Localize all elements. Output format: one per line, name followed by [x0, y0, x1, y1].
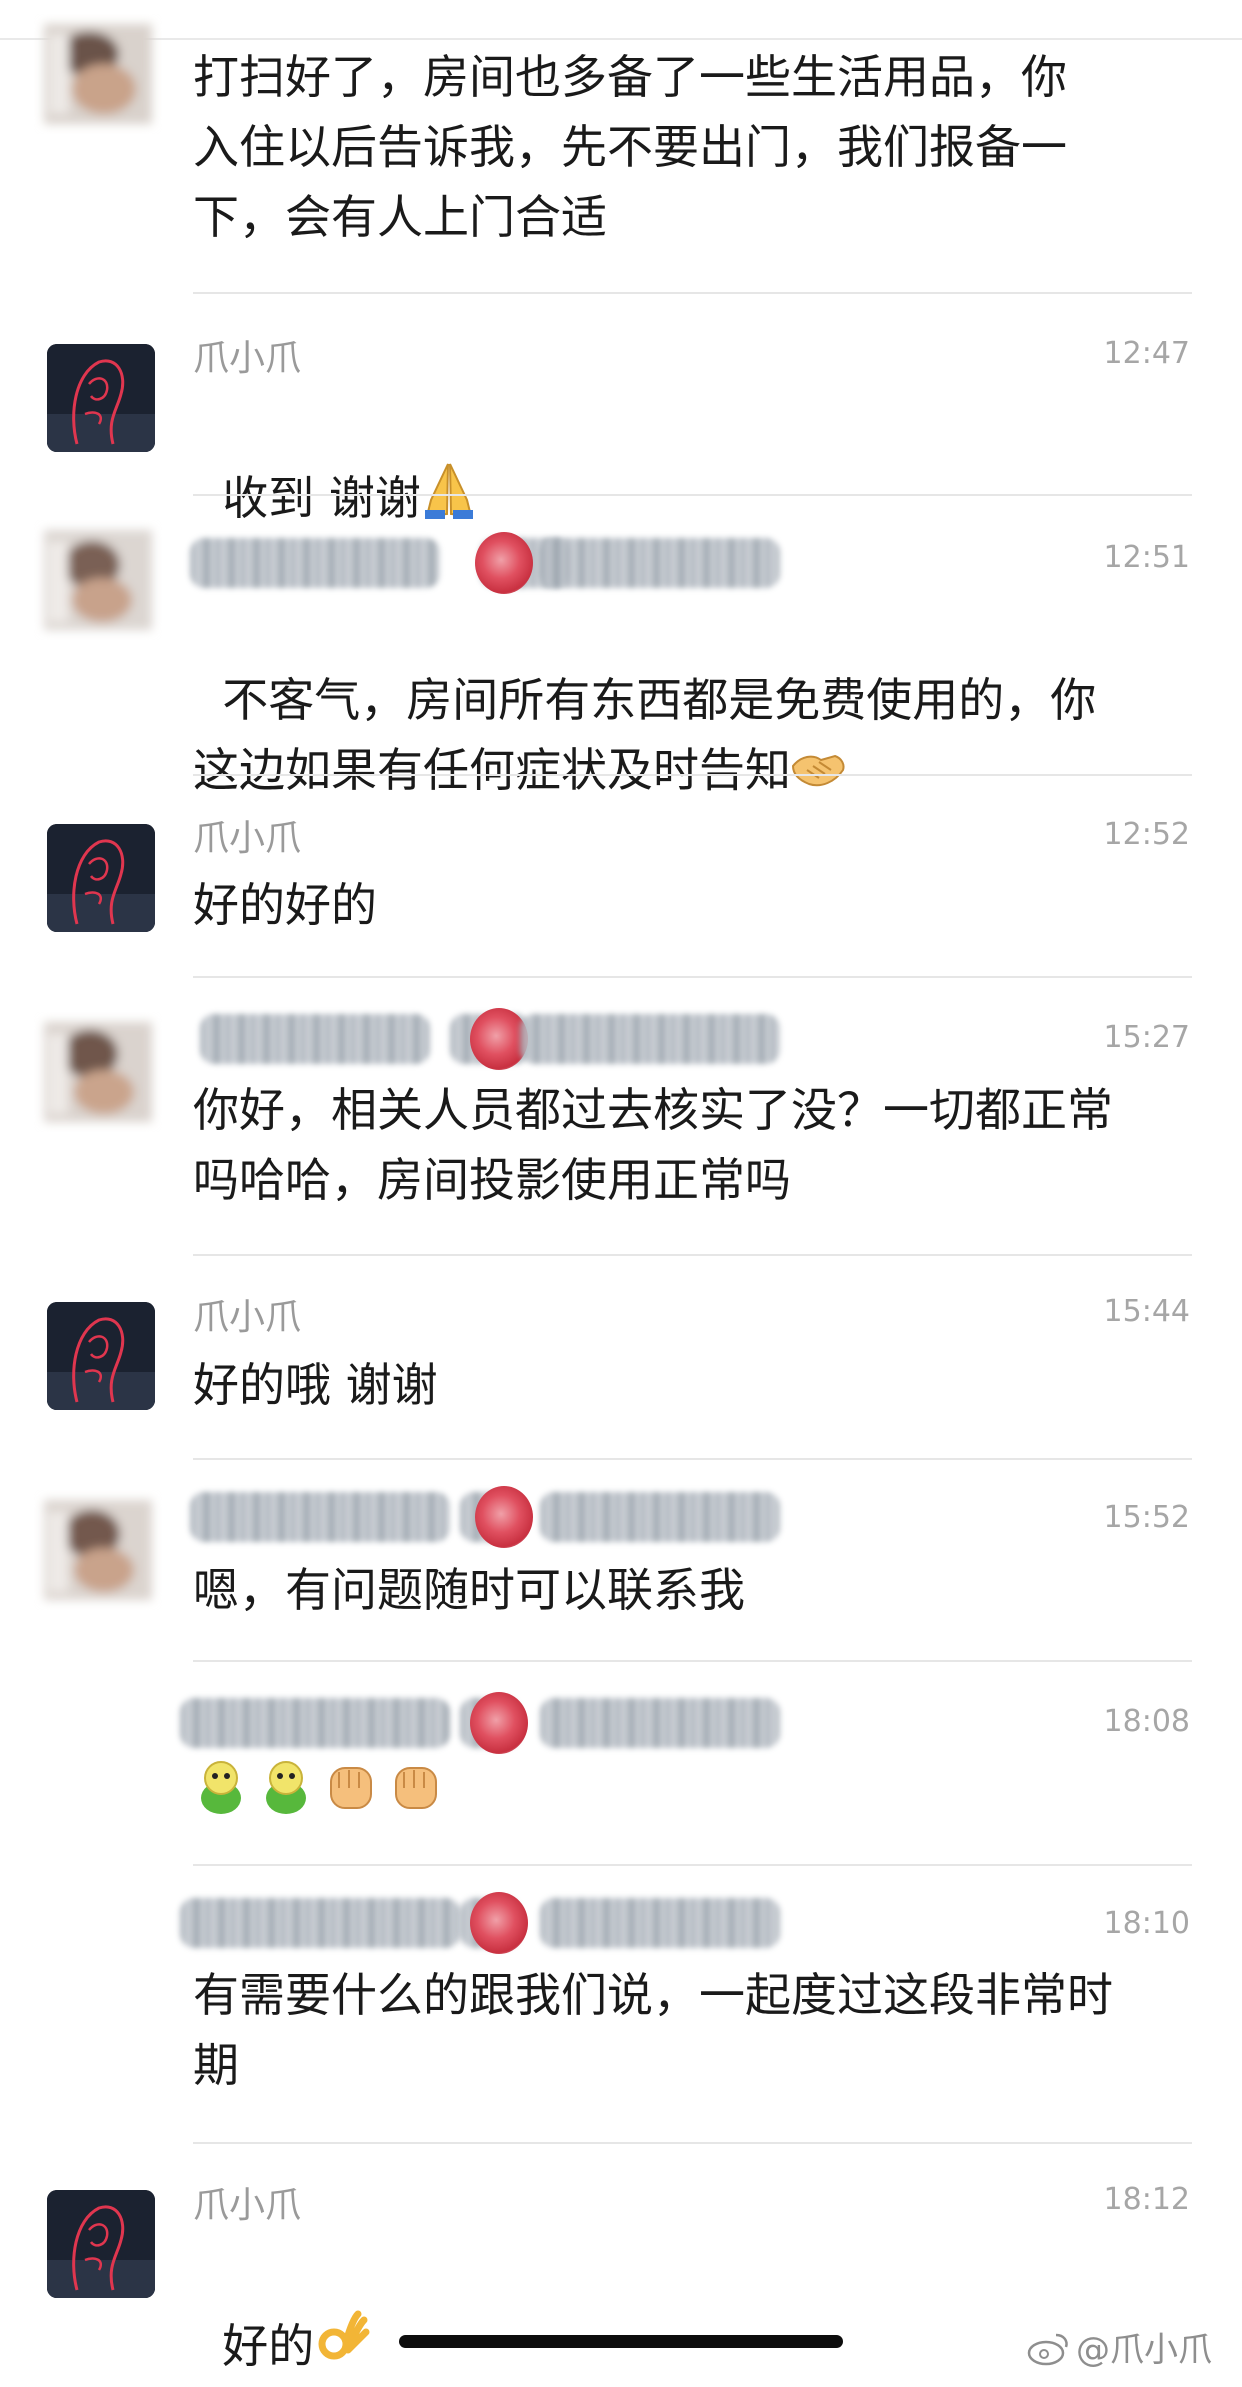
message-time: 12:51: [1103, 540, 1190, 575]
message-time: 12:47: [1103, 336, 1190, 371]
contact-avatar-blurred[interactable]: [34, 1012, 162, 1132]
message-text: 收到 谢谢: [222, 471, 421, 525]
message-divider: [193, 1864, 1192, 1866]
contact-avatar-blurred[interactable]: [34, 520, 162, 640]
user-avatar[interactable]: [47, 344, 155, 452]
message-text: 你好，相关人员都过去核实了没？一切都正常 吗哈哈，房间投影使用正常吗: [193, 1083, 1113, 1207]
watermark-text: @爪小爪: [1076, 2330, 1212, 2370]
green-guy-emoji: [193, 1758, 249, 1820]
message-text: 好的好的: [193, 878, 377, 932]
message-time: 12:52: [1103, 817, 1190, 852]
message-divider: [193, 1458, 1192, 1460]
message-text: 嗯，有问题随时可以联系我: [193, 1563, 745, 1617]
folded-hands-emoji: [421, 460, 477, 539]
fist-emoji: [323, 1758, 379, 1820]
message-divider: [193, 774, 1192, 776]
message-text: 不客气，房间所有东西都是免费使用的，你 这边如果有任何症状及时告知: [193, 673, 1097, 797]
message-time: 15:44: [1103, 1294, 1190, 1329]
message-text: 打扫好了，房间也多备了一些生活用品，你 入住以后告诉我，先不要出门，我们报备一 …: [193, 50, 1067, 244]
sender-name-redacted: [180, 1890, 800, 1954]
message-divider: [193, 976, 1192, 978]
sender-name-redacted: [180, 1484, 800, 1548]
user-avatar[interactable]: [47, 2190, 155, 2298]
green-guy-emoji: [258, 1758, 314, 1820]
home-indicator[interactable]: [399, 2335, 843, 2348]
message-time: 15:27: [1103, 1020, 1190, 1055]
message-divider: [193, 1254, 1192, 1256]
message-text: 有需要什么的跟我们说，一起度过这段非常时 期: [193, 1968, 1113, 2092]
sender-name-redacted: [180, 1006, 800, 1070]
sender-name: 爪小爪: [193, 818, 302, 859]
message-divider: [193, 292, 1192, 294]
sender-name: 爪小爪: [193, 338, 302, 379]
message-body: 收到 谢谢: [193, 390, 1183, 539]
sender-name-redacted: [180, 1690, 800, 1754]
message-text: 好的哦 谢谢: [193, 1358, 438, 1412]
emoji-row: [193, 1758, 448, 1828]
message-time: 18:08: [1103, 1704, 1190, 1739]
contact-avatar-blurred[interactable]: [34, 1490, 162, 1610]
message-divider: [193, 2142, 1192, 2144]
contact-avatar-blurred[interactable]: [34, 14, 162, 134]
sender-name: 爪小爪: [193, 1297, 302, 1338]
sender-name: 爪小爪: [193, 2185, 302, 2226]
sender-name-redacted: [180, 530, 800, 594]
message-time: 18:12: [1103, 2182, 1190, 2217]
ok-hand-emoji: [314, 2308, 370, 2387]
message-time: 15:52: [1103, 1500, 1190, 1535]
message-divider: [193, 494, 1192, 496]
message-divider: [193, 1660, 1192, 1662]
top-separator: [0, 38, 1242, 40]
weibo-icon: [1026, 2331, 1070, 2376]
fist-emoji: [388, 1758, 444, 1820]
message-text: 好的: [222, 2319, 315, 2373]
weibo-watermark: @爪小爪: [1026, 2322, 1212, 2376]
handshake-emoji: [791, 741, 847, 811]
message-body: 不客气，房间所有东西都是免费使用的，你 这边如果有任何症状及时告知: [193, 595, 1183, 811]
user-avatar[interactable]: [47, 824, 155, 932]
message-time: 18:10: [1103, 1906, 1190, 1941]
user-avatar[interactable]: [47, 1302, 155, 1410]
